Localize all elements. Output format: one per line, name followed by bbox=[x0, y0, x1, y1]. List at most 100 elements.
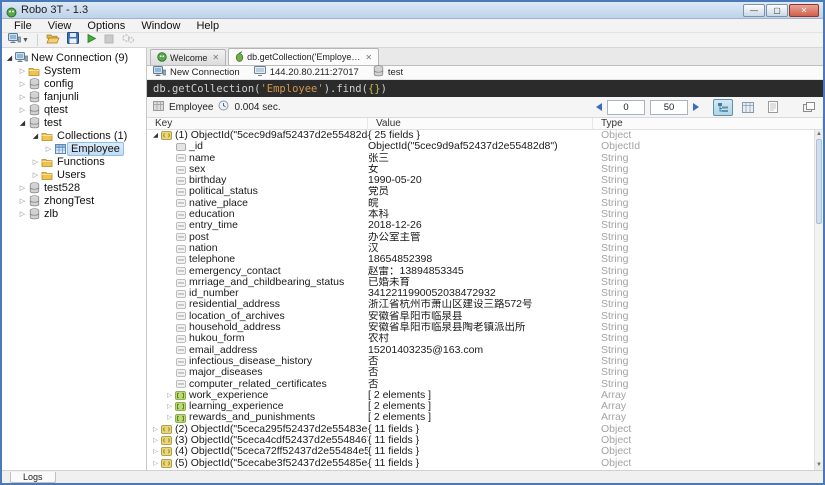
table-row[interactable]: birthday1990-05-20String bbox=[147, 175, 823, 186]
table-row[interactable]: ▷rewards_and_punishments[ 2 elements ]Ar… bbox=[147, 412, 823, 423]
collapse-arrow-icon[interactable]: ◢ bbox=[5, 54, 14, 62]
expand-arrow-icon[interactable]: ▷ bbox=[31, 171, 40, 179]
expand-arrow-icon[interactable]: ▷ bbox=[165, 390, 174, 401]
expand-arrow-icon[interactable]: ▷ bbox=[151, 458, 160, 469]
table-row[interactable]: household_address安徽省阜阳市临泉县陶老镇派出所String bbox=[147, 322, 823, 333]
string-icon bbox=[174, 166, 187, 174]
table-row[interactable]: ▷(4) ObjectId("5ceca72ff52437d2e55484e5"… bbox=[147, 446, 823, 457]
sidebar-item-test528[interactable]: ▷test528 bbox=[2, 181, 146, 194]
expand-arrow-icon[interactable]: ▷ bbox=[18, 184, 27, 192]
logs-button[interactable]: Logs bbox=[10, 472, 56, 483]
table-row[interactable]: nation汉String bbox=[147, 243, 823, 254]
table-row[interactable]: infectious_disease_history否String bbox=[147, 356, 823, 367]
dropdown-arrow-icon[interactable]: ▼ bbox=[22, 37, 29, 44]
table-row[interactable]: ▷(2) ObjectId("5ceca295f52437d2e55483eb"… bbox=[147, 424, 823, 435]
tree-view-button[interactable] bbox=[713, 99, 733, 116]
collapse-arrow-icon[interactable]: ◢ bbox=[18, 119, 27, 127]
sidebar-item-functions[interactable]: ▷Functions bbox=[2, 155, 146, 168]
maximize-button[interactable]: ▢ bbox=[766, 4, 788, 17]
text-view-button[interactable] bbox=[763, 99, 783, 116]
sidebar-item-collections-1[interactable]: ◢Collections (1) bbox=[2, 129, 146, 142]
table-row[interactable]: telephone18654852398String bbox=[147, 254, 823, 265]
open-button[interactable] bbox=[44, 33, 62, 47]
table-row[interactable]: residential_address浙江省杭州市萧山区建设三路572号Stri… bbox=[147, 299, 823, 310]
expand-arrow-icon[interactable]: ▷ bbox=[151, 435, 160, 446]
table-row[interactable]: location_of_archives安徽省阜阳市临泉县String bbox=[147, 311, 823, 322]
tab-close-icon[interactable]: ✕ bbox=[365, 53, 372, 62]
sidebar-item-qtest[interactable]: ▷qtest bbox=[2, 103, 146, 116]
expand-arrow-icon[interactable]: ▷ bbox=[18, 67, 27, 75]
scroll-down-icon[interactable]: ▼ bbox=[815, 461, 823, 470]
options-button[interactable] bbox=[119, 33, 137, 47]
table-row[interactable]: ▷learning_experience[ 2 elements ]Array bbox=[147, 401, 823, 412]
table-row[interactable]: major_diseases否String bbox=[147, 367, 823, 378]
expand-arrow-icon[interactable]: ▷ bbox=[165, 412, 174, 423]
sidebar-item-fanjunli[interactable]: ▷fanjunli bbox=[2, 90, 146, 103]
array-icon bbox=[174, 391, 187, 400]
page-next-icon[interactable] bbox=[693, 103, 699, 111]
tab-query[interactable]: db.getCollection('Employe…✕ bbox=[228, 48, 379, 65]
table-row[interactable]: computer_related_certificates否String bbox=[147, 379, 823, 390]
minimize-button[interactable]: — bbox=[743, 4, 765, 17]
column-header-type[interactable]: Type bbox=[593, 118, 823, 130]
table-row[interactable]: education本科String bbox=[147, 209, 823, 220]
expand-arrow-icon[interactable]: ▷ bbox=[18, 197, 27, 205]
menu-window[interactable]: Window bbox=[133, 19, 188, 33]
sidebar-item-zhongtest[interactable]: ▷zhongTest bbox=[2, 194, 146, 207]
table-row[interactable]: mrriage_and_childbearing_status已婚未育Strin… bbox=[147, 277, 823, 288]
column-header-key[interactable]: Key bbox=[147, 118, 368, 130]
close-button[interactable]: ✕ bbox=[789, 4, 819, 17]
collapse-arrow-icon[interactable]: ◢ bbox=[151, 130, 160, 141]
expand-arrow-icon[interactable]: ▷ bbox=[18, 93, 27, 101]
sidebar-item-zlb[interactable]: ▷zlb bbox=[2, 207, 146, 220]
table-row[interactable]: ▷(3) ObjectId("5ceca4cdf52437d2e5548467"… bbox=[147, 435, 823, 446]
table-row[interactable]: email_address15201403235@163.comString bbox=[147, 345, 823, 356]
scrollbar-thumb[interactable] bbox=[816, 139, 822, 224]
connections-button[interactable]: ▼ bbox=[6, 33, 31, 47]
detach-window-button[interactable] bbox=[799, 99, 819, 116]
table-row[interactable]: hukou_form农村String bbox=[147, 333, 823, 344]
sidebar-item-config[interactable]: ▷config bbox=[2, 77, 146, 90]
expand-arrow-icon[interactable]: ▷ bbox=[18, 210, 27, 218]
save-button[interactable] bbox=[65, 33, 81, 47]
table-row[interactable]: id_number3412211990052038472932String bbox=[147, 288, 823, 299]
page-size-input[interactable] bbox=[650, 100, 688, 115]
collapse-arrow-icon[interactable]: ◢ bbox=[31, 132, 40, 140]
table-row[interactable]: _idObjectId("5cec9d9af52437d2e55482d8")O… bbox=[147, 141, 823, 152]
expand-arrow-icon[interactable]: ▷ bbox=[151, 424, 160, 435]
expand-arrow-icon[interactable]: ▷ bbox=[165, 401, 174, 412]
tab-welcome[interactable]: Welcome✕ bbox=[150, 49, 226, 65]
page-start-input[interactable] bbox=[607, 100, 645, 115]
expand-arrow-icon[interactable]: ▷ bbox=[44, 145, 53, 153]
scroll-up-icon[interactable]: ▲ bbox=[815, 130, 823, 139]
table-row[interactable]: ▷(5) ObjectId("5cecabe3f52437d2e55485e4"… bbox=[147, 458, 823, 469]
expand-arrow-icon[interactable]: ▷ bbox=[31, 158, 40, 166]
vertical-scrollbar[interactable]: ▲ ▼ bbox=[814, 130, 823, 470]
table-row[interactable]: sex女String bbox=[147, 164, 823, 175]
query-editor[interactable]: db.getCollection('Employee').find({}) bbox=[147, 80, 823, 97]
expand-arrow-icon[interactable]: ▷ bbox=[18, 106, 27, 114]
table-row[interactable]: emergency_contact赵雷：13894853345String bbox=[147, 266, 823, 277]
expand-arrow-icon[interactable]: ▷ bbox=[151, 446, 160, 457]
table-row[interactable]: political_status党员String bbox=[147, 186, 823, 197]
page-prev-icon[interactable] bbox=[596, 103, 602, 111]
table-row[interactable]: native_place皖String bbox=[147, 198, 823, 209]
table-view-button[interactable] bbox=[738, 99, 758, 116]
table-row[interactable]: ▷work_experience[ 2 elements ]Array bbox=[147, 390, 823, 401]
menu-help[interactable]: Help bbox=[188, 19, 227, 33]
stop-button[interactable] bbox=[102, 33, 116, 47]
tab-close-icon[interactable]: ✕ bbox=[212, 53, 219, 62]
column-header-value[interactable]: Value bbox=[368, 118, 593, 130]
sidebar-item-new-connection-9[interactable]: ◢New Connection (9) bbox=[2, 51, 146, 64]
execute-button[interactable] bbox=[84, 33, 99, 47]
expand-arrow-icon[interactable]: ▷ bbox=[18, 80, 27, 88]
table-row[interactable]: name张三String bbox=[147, 153, 823, 164]
sidebar-item-employee[interactable]: ▷Employee bbox=[2, 142, 146, 155]
row-type: Object bbox=[593, 446, 823, 457]
table-row[interactable]: entry_time2018-12-26String bbox=[147, 220, 823, 231]
sidebar-item-system[interactable]: ▷System bbox=[2, 64, 146, 77]
sidebar-item-test[interactable]: ◢test bbox=[2, 116, 146, 129]
sidebar-item-users[interactable]: ▷Users bbox=[2, 168, 146, 181]
table-row[interactable]: ◢(1) ObjectId("5cec9d9af52437d2e55482d8"… bbox=[147, 130, 823, 141]
table-row[interactable]: post办公室主管String bbox=[147, 232, 823, 243]
